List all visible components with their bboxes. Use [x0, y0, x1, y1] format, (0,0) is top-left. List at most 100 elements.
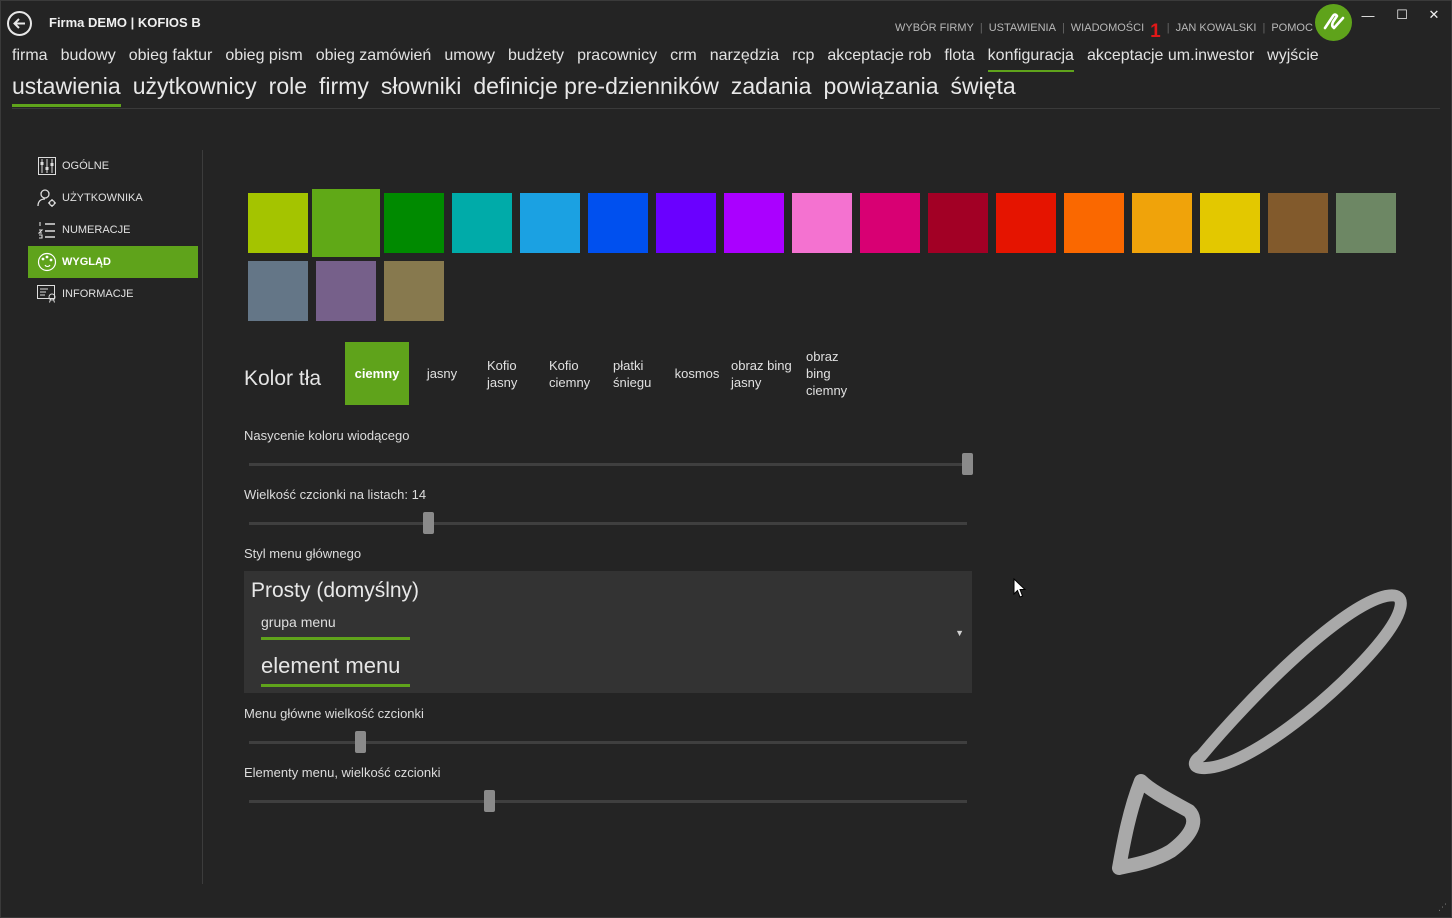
sub-nav-item[interactable]: firmy: [319, 73, 369, 104]
sidebar-item-appearance[interactable]: WYGLĄD: [28, 246, 198, 278]
menu-items-font-size-slider-track[interactable]: [249, 800, 967, 803]
accent-color-swatch[interactable]: [792, 193, 852, 253]
bg-option-dark[interactable]: ciemny: [345, 342, 409, 405]
sidebar-item-label: OGÓLNE: [62, 160, 110, 172]
accent-color-swatch[interactable]: [520, 193, 580, 253]
top-link-company-select[interactable]: WYBÓR FIRMY: [895, 22, 974, 34]
paintbrush-icon: [1112, 589, 1407, 875]
main-menu-font-size-slider-thumb[interactable]: [354, 731, 366, 753]
sub-nav-item[interactable]: role: [269, 73, 307, 104]
main-nav-item[interactable]: akceptacje um.inwestor: [1087, 47, 1254, 69]
main-nav-item[interactable]: obieg zamówień: [316, 47, 432, 69]
menu-style-label: Styl menu głównego: [244, 546, 362, 561]
top-link-help[interactable]: POMOC: [1271, 22, 1313, 34]
accent-color-swatch[interactable]: [384, 193, 444, 253]
top-link-messages[interactable]: WIADOMOŚCI: [1071, 22, 1144, 34]
maximize-button[interactable]: ☐: [1392, 6, 1412, 24]
accent-color-swatch[interactable]: [384, 261, 444, 321]
accent-color-swatch[interactable]: [928, 193, 988, 253]
accent-color-swatch[interactable]: [996, 193, 1056, 253]
kofios-logo-icon: [1323, 12, 1344, 29]
close-button[interactable]: ✕: [1424, 6, 1444, 24]
sidebar-item-user[interactable]: UŻYTKOWNIKA: [28, 182, 198, 214]
sidebar-item-general[interactable]: OGÓLNE: [28, 150, 198, 182]
sidebar-item-label: INFORMACJE: [62, 288, 134, 300]
main-nav-item[interactable]: wyjście: [1267, 47, 1319, 69]
sub-nav-item[interactable]: ustawienia: [12, 73, 121, 107]
sub-nav-item[interactable]: powiązania: [823, 73, 938, 104]
main-nav-item[interactable]: firma: [12, 47, 48, 69]
sub-nav-item[interactable]: definicje pre-dzienników: [473, 73, 718, 104]
app-logo[interactable]: [1315, 4, 1352, 41]
accent-color-swatch[interactable]: [724, 193, 784, 253]
background-color-label: Kolor tła: [244, 367, 322, 390]
main-nav-item[interactable]: rcp: [792, 47, 814, 69]
bg-option-kofio-dark[interactable]: Kofio ciemny: [545, 342, 597, 405]
palette-icon: [37, 252, 57, 272]
bg-option-cosmos[interactable]: kosmos: [671, 342, 723, 405]
top-link-user[interactable]: JAN KOWALSKI: [1176, 22, 1257, 34]
accent-color-swatch[interactable]: [452, 193, 512, 253]
accent-color-swatch[interactable]: [248, 193, 308, 253]
sub-nav-item[interactable]: zadania: [731, 73, 812, 104]
sub-nav-item[interactable]: święta: [951, 73, 1016, 104]
saturation-slider-thumb[interactable]: [961, 453, 973, 475]
accent-color-swatch[interactable]: [656, 193, 716, 253]
bg-option-label: obraz bing jasny: [731, 357, 792, 390]
messages-count-badge: 1: [1150, 21, 1161, 42]
back-button[interactable]: [7, 11, 32, 36]
top-link-settings[interactable]: USTAWIENIA: [989, 22, 1056, 34]
accent-color-swatch[interactable]: [1132, 193, 1192, 253]
main-nav-item[interactable]: budżety: [508, 47, 564, 69]
main-nav: firma budowy obieg faktur obieg pism obieg z…: [12, 47, 1319, 72]
settings-sliders-icon: [37, 156, 57, 176]
main-nav-item[interactable]: akceptacje rob: [827, 47, 931, 69]
accent-color-swatch[interactable]: [588, 193, 648, 253]
sub-nav-item[interactable]: użytkownicy: [133, 73, 257, 104]
settings-sidebar: OGÓLNE UŻYTKOWNIKA NUMERACJE WYGLĄD INFO…: [28, 150, 198, 310]
main-nav-item[interactable]: pracownicy: [577, 47, 657, 69]
sidebar-item-information[interactable]: INFORMACJE: [28, 278, 198, 310]
menu-group-preview: grupa menu: [261, 614, 336, 630]
main-nav-item[interactable]: obieg faktur: [129, 47, 213, 69]
minimize-button[interactable]: —: [1358, 6, 1378, 24]
bg-option-kofio-light[interactable]: Kofio jasny: [481, 342, 529, 405]
bg-option-light[interactable]: jasny: [415, 342, 469, 405]
menu-group-underline: [261, 637, 410, 640]
resize-grip-icon[interactable]: ⋰: [1438, 902, 1447, 913]
menu-style-dropdown[interactable]: Prosty (domyślny) grupa menu element men…: [244, 571, 972, 693]
chevron-down-icon[interactable]: ▼: [955, 628, 964, 638]
bg-option-label: ciemny: [354, 366, 400, 381]
accent-color-swatch[interactable]: [1064, 193, 1124, 253]
bg-option-label: Kofio ciemny: [549, 357, 591, 390]
accent-color-swatch[interactable]: [316, 261, 376, 321]
main-nav-item[interactable]: umowy: [444, 47, 495, 69]
accent-color-swatch[interactable]: [1200, 193, 1260, 253]
accent-color-swatch[interactable]: [312, 189, 380, 257]
main-nav-item[interactable]: obieg pism: [225, 47, 302, 69]
menu-items-font-size-slider-thumb[interactable]: [484, 790, 496, 812]
main-nav-item[interactable]: konfiguracja: [987, 47, 1075, 72]
accent-color-swatch[interactable]: [1336, 193, 1396, 253]
list-font-size-slider-track[interactable]: [249, 522, 967, 525]
accent-color-swatch[interactable]: [1268, 193, 1328, 253]
bg-option-bing-dark[interactable]: obraz bing ciemny: [801, 342, 857, 405]
window-title: Firma DEMO | KOFIOS B: [49, 15, 201, 30]
list-font-size-label: Wielkość czcionki na listach: 14: [244, 487, 427, 502]
list-font-size-slider-thumb[interactable]: [423, 512, 434, 534]
main-nav-item[interactable]: budowy: [61, 47, 116, 69]
menu-element-preview: element menu: [261, 653, 401, 678]
accent-color-swatch[interactable]: [860, 193, 920, 253]
sidebar-item-numbering[interactable]: NUMERACJE: [28, 214, 198, 246]
main-nav-item[interactable]: crm: [670, 47, 697, 69]
mouse-cursor-icon: [1013, 578, 1027, 598]
main-nav-item[interactable]: narzędzia: [710, 47, 779, 69]
bg-option-bing-light[interactable]: obraz bing jasny: [729, 342, 795, 405]
saturation-slider-track[interactable]: [249, 463, 967, 466]
sub-nav-item[interactable]: słowniki: [381, 73, 462, 104]
bg-option-snowflakes[interactable]: płatki śniegu: [609, 342, 659, 405]
arrow-left-icon: [13, 18, 25, 29]
sidebar-item-label: UŻYTKOWNIKA: [62, 192, 143, 204]
accent-color-swatch[interactable]: [248, 261, 308, 321]
main-nav-item[interactable]: flota: [944, 47, 974, 69]
